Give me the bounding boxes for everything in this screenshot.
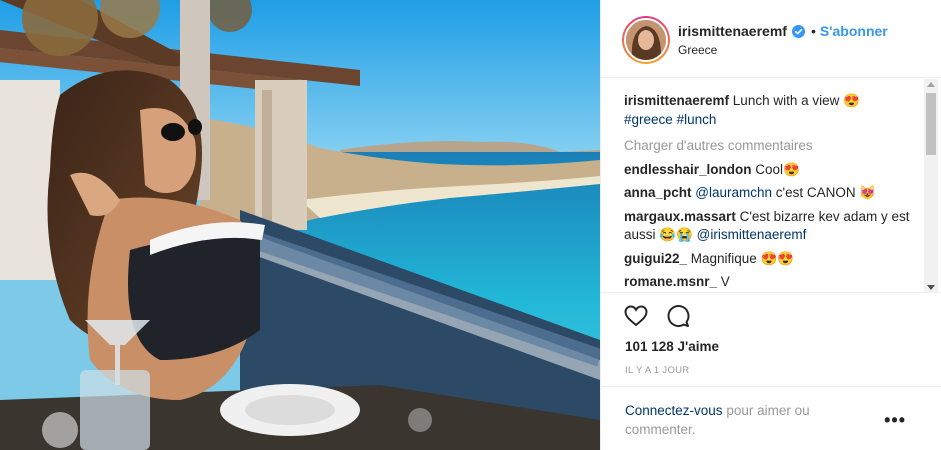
- load-more-comments-button[interactable]: Charger d'autres commentaires: [624, 137, 922, 156]
- scroll-down-arrow-icon[interactable]: [927, 285, 935, 290]
- comment-mention[interactable]: @irismittenaeremf: [697, 227, 807, 242]
- comment-item: anna_pcht @lauramchn c'est CANON 😻: [624, 184, 922, 203]
- hashtag-lunch[interactable]: #lunch: [677, 112, 717, 127]
- comment-item: margaux.massart C'est bizarre kev adam y…: [624, 208, 922, 245]
- comment-username[interactable]: margaux.massart: [624, 209, 736, 224]
- post-footer: Connectez-vous pour aimer ou commenter. …: [601, 386, 941, 450]
- comment-text: Cool😍: [751, 161, 800, 177]
- comment-item: guigui22_ Magnifique 😍😍: [624, 250, 922, 269]
- avatar-image: [626, 20, 666, 60]
- comment-mention[interactable]: @lauramchn: [695, 185, 772, 200]
- instagram-post: irismittenaeremf • S'abonner Greece iris…: [0, 0, 941, 450]
- post-header: irismittenaeremf • S'abonner Greece: [601, 0, 941, 78]
- post-location[interactable]: Greece: [678, 43, 717, 57]
- comments-scrollbar[interactable]: [924, 79, 938, 293]
- hashtag-greece[interactable]: #greece: [624, 112, 673, 127]
- verified-badge-icon: [791, 24, 805, 38]
- post-caption: irismittenaeremf Lunch with a view 😍 #gr…: [624, 92, 922, 129]
- scroll-thumb[interactable]: [926, 93, 936, 155]
- comment-text: V: [717, 274, 730, 289]
- scroll-up-arrow-icon[interactable]: [927, 82, 935, 87]
- comments-list[interactable]: irismittenaeremf Lunch with a view 😍 #gr…: [601, 79, 941, 293]
- caption-username[interactable]: irismittenaeremf: [624, 93, 729, 108]
- avatar[interactable]: [622, 16, 670, 64]
- photo-illustration: [0, 0, 600, 450]
- post-actions: [623, 303, 691, 329]
- likes-count[interactable]: 101 128 J'aime: [625, 339, 719, 354]
- heart-icon[interactable]: [623, 303, 649, 329]
- comment-username[interactable]: guigui22_: [624, 251, 687, 266]
- more-options-button[interactable]: •••: [884, 411, 906, 429]
- login-prompt: Connectez-vous pour aimer ou commenter.: [625, 401, 855, 439]
- comment-username[interactable]: romane.msnr_: [624, 274, 717, 289]
- comment-item: romane.msnr_ V: [624, 273, 922, 292]
- follow-button[interactable]: S'abonner: [820, 23, 888, 39]
- comment-text: c'est CANON 😻: [772, 185, 877, 200]
- post-photo[interactable]: [0, 0, 600, 450]
- post-timestamp[interactable]: IL Y A 1 JOUR: [625, 365, 689, 376]
- header-separator: •: [810, 23, 816, 39]
- comment-text: Magnifique 😍😍: [687, 250, 795, 266]
- login-link[interactable]: Connectez-vous: [625, 403, 723, 418]
- comment-icon[interactable]: [665, 303, 691, 329]
- comment-username[interactable]: anna_pcht: [624, 185, 692, 200]
- header-username[interactable]: irismittenaeremf: [678, 23, 787, 39]
- caption-text: Lunch with a view 😍: [729, 93, 860, 108]
- post-side-panel: irismittenaeremf • S'abonner Greece iris…: [600, 0, 941, 450]
- comment-item: endlesshair_london Cool😍: [624, 161, 922, 180]
- comment-username[interactable]: endlesshair_london: [624, 162, 752, 177]
